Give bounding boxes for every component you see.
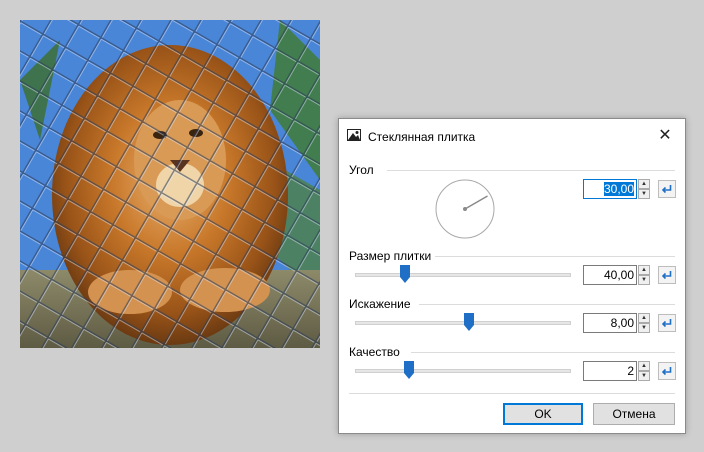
distortion-slider-thumb[interactable] (464, 313, 475, 331)
dialog-titlebar: Стеклянная плитка ✕ (339, 119, 685, 151)
glass-tile-effect-icon (347, 129, 361, 141)
quality-divider (411, 352, 675, 353)
ok-button[interactable]: OK (503, 403, 583, 425)
angle-divider (387, 170, 675, 171)
tile-size-label: Размер плитки (349, 249, 438, 263)
tile-size-slider[interactable] (355, 265, 571, 285)
tile-size-slider-thumb[interactable] (399, 265, 410, 283)
reset-icon (661, 185, 672, 194)
angle-spinner: ▲ ▼ (583, 179, 653, 199)
distortion-increment-button[interactable]: ▲ (638, 313, 650, 323)
distortion-slider-track (355, 321, 571, 325)
buttons-divider (349, 393, 675, 394)
quality-increment-button[interactable]: ▲ (638, 361, 650, 371)
tile-size-increment-button[interactable]: ▲ (638, 265, 650, 275)
distortion-spinner: ▲ ▼ (583, 313, 653, 333)
quality-decrement-button[interactable]: ▼ (638, 371, 650, 381)
distortion-reset-button[interactable] (658, 314, 676, 332)
angle-decrement-button[interactable]: ▼ (638, 189, 650, 199)
distortion-slider[interactable] (355, 313, 571, 333)
quality-spinner: ▲ ▼ (583, 361, 653, 381)
angle-label: Угол (349, 163, 380, 177)
angle-spin-arrows: ▲ ▼ (638, 179, 650, 199)
cancel-button[interactable]: Отмена (593, 403, 675, 425)
tile-size-spinner: ▲ ▼ (583, 265, 653, 285)
distortion-divider (419, 304, 675, 305)
quality-label: Качество (349, 345, 406, 359)
angle-dial[interactable] (435, 179, 495, 239)
quality-slider-track (355, 369, 571, 373)
reset-icon (661, 319, 672, 328)
tile-size-decrement-button[interactable]: ▼ (638, 275, 650, 285)
distortion-label: Искажение (349, 297, 417, 311)
distortion-spin-arrows: ▲ ▼ (638, 313, 650, 333)
angle-increment-button[interactable]: ▲ (638, 179, 650, 189)
angle-dial-center (463, 207, 467, 211)
reset-icon (661, 271, 672, 280)
close-icon: ✕ (658, 127, 672, 144)
angle-input[interactable] (583, 179, 637, 199)
angle-reset-button[interactable] (658, 180, 676, 198)
tile-size-reset-button[interactable] (658, 266, 676, 284)
dialog-title: Стеклянная плитка (368, 130, 476, 144)
tile-size-input[interactable] (583, 265, 637, 285)
tile-size-spin-arrows: ▲ ▼ (638, 265, 650, 285)
reset-icon (661, 367, 672, 376)
image-canvas (20, 20, 320, 348)
quality-reset-button[interactable] (658, 362, 676, 380)
lion-image (20, 20, 320, 348)
quality-slider-thumb[interactable] (404, 361, 414, 379)
close-button[interactable]: ✕ (645, 119, 685, 151)
quality-slider[interactable] (355, 361, 571, 381)
tile-size-slider-track (355, 273, 571, 277)
quality-input[interactable] (583, 361, 637, 381)
tile-size-divider (435, 256, 675, 257)
distortion-input[interactable] (583, 313, 637, 333)
glass-tile-dialog: Стеклянная плитка ✕ Угол ▲ ▼ Размер плит… (338, 118, 686, 434)
distortion-decrement-button[interactable]: ▼ (638, 323, 650, 333)
quality-spin-arrows: ▲ ▼ (638, 361, 650, 381)
